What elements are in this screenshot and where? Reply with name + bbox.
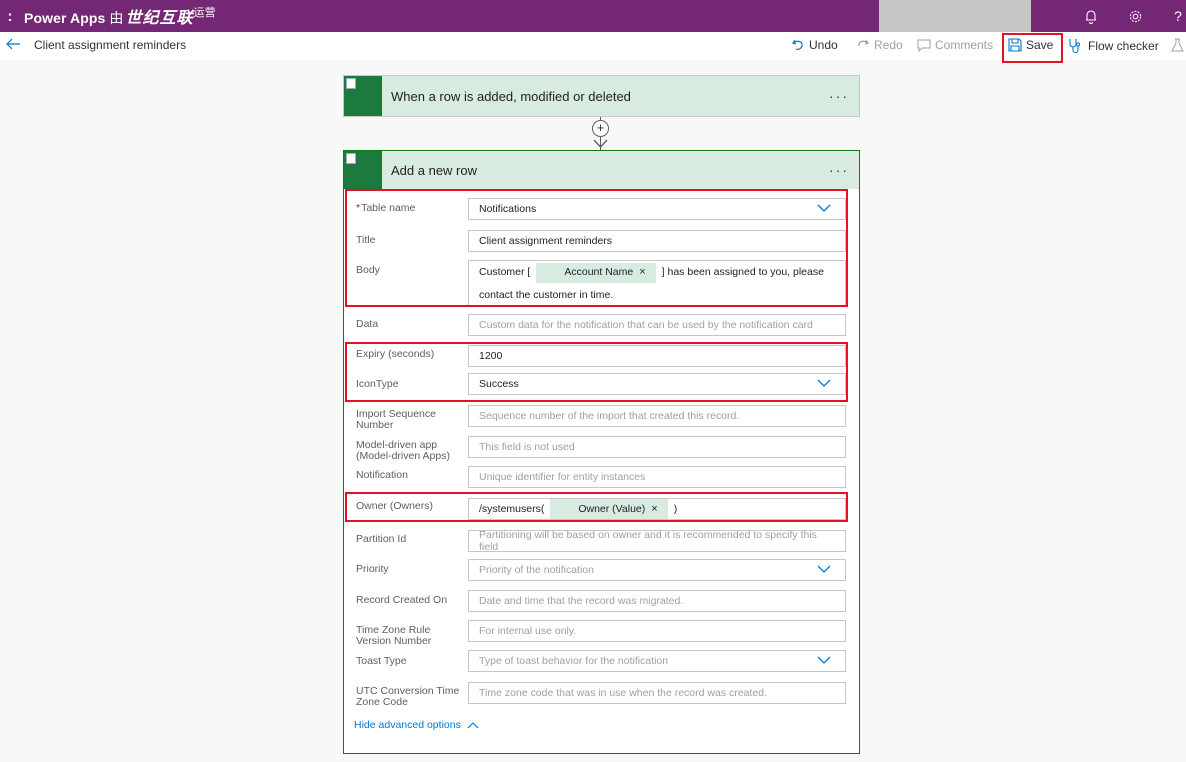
test-flask-icon[interactable] <box>1171 38 1184 52</box>
field-label: Model-driven app (Model-driven Apps) <box>356 439 450 462</box>
toast-type-select[interactable]: Type of toast behavior for the notificat… <box>468 650 846 672</box>
undo-icon <box>792 39 803 50</box>
field-label: Toast Type <box>356 655 407 667</box>
comments-button[interactable]: Comments <box>917 38 993 52</box>
flow-checker-label: Flow checker <box>1088 38 1159 53</box>
highlight-box <box>345 189 848 307</box>
flow-checker-button[interactable]: Flow checker <box>1068 38 1159 53</box>
notification-input[interactable]: Unique identifier for entity instances <box>468 466 846 488</box>
field-label: Import Sequence Number <box>356 408 436 431</box>
brand-by: 由 <box>109 10 124 26</box>
trigger-card-header[interactable]: When a row is added, modified or deleted… <box>344 76 859 116</box>
trigger-more-menu[interactable]: ··· <box>829 88 849 104</box>
field-label: Partition Id <box>356 533 407 545</box>
field-label: Priority <box>356 563 389 575</box>
highlight-box <box>345 492 848 522</box>
app-launcher-icon[interactable]: : <box>2 8 18 25</box>
hide-advanced-options-link[interactable]: Hide advanced options <box>354 719 479 731</box>
brand-operated: 运营 <box>193 7 216 19</box>
action-card-header[interactable]: Add a new row ··· <box>344 151 859 189</box>
field-label: Time Zone Rule Version Number <box>356 624 432 647</box>
dataverse-connector-icon <box>344 151 382 189</box>
comments-label: Comments <box>935 38 994 52</box>
brand-name: Power Apps <box>24 10 106 26</box>
redo-button[interactable]: Redo <box>856 38 903 52</box>
utc-conversion-input[interactable]: Time zone code that was in use when the … <box>468 682 846 704</box>
save-highlight <box>1002 33 1063 63</box>
redo-label: Redo <box>874 38 903 52</box>
field-label: Notification <box>356 469 408 481</box>
back-arrow-icon[interactable] <box>5 37 21 56</box>
priority-select[interactable]: Priority of the notification <box>468 559 846 581</box>
highlight-box <box>345 342 848 402</box>
data-input[interactable]: Custom data for the notification that ca… <box>468 314 846 336</box>
chevron-down-icon <box>817 656 831 664</box>
environment-picker[interactable] <box>879 0 1031 32</box>
trigger-title: When a row is added, modified or deleted <box>391 88 631 104</box>
time-zone-rule-input[interactable]: For internal use only. <box>468 620 846 642</box>
undo-button[interactable]: Undo <box>791 38 838 52</box>
partition-id-input[interactable]: Partitioning will be based on owner and … <box>468 529 846 553</box>
notification-bell-icon[interactable] <box>1079 0 1103 32</box>
chevron-down-icon <box>817 565 831 573</box>
brand: Power Apps 由世纪互联运营 <box>24 4 216 28</box>
flow-title: Client assignment reminders <box>34 38 187 52</box>
undo-label: Undo <box>809 38 838 52</box>
comment-icon <box>917 39 931 52</box>
action-more-menu[interactable]: ··· <box>829 162 849 178</box>
model-driven-app-input[interactable]: This field is not used <box>468 436 846 458</box>
chevron-up-icon <box>467 722 479 729</box>
action-title: Add a new row <box>391 162 477 178</box>
import-sequence-input[interactable]: Sequence number of the import that creat… <box>468 405 846 427</box>
trigger-card[interactable]: When a row is added, modified or deleted… <box>343 75 860 117</box>
settings-gear-icon[interactable] <box>1123 0 1147 32</box>
field-label: UTC Conversion Time Zone Code <box>356 685 460 708</box>
field-label: Data <box>356 318 379 330</box>
arrow-down-icon <box>593 139 608 148</box>
help-icon[interactable]: ? <box>1166 0 1186 32</box>
insert-step-button[interactable]: + <box>592 120 609 137</box>
brand-logo: 世纪互联 <box>125 10 194 27</box>
redo-icon <box>858 39 869 47</box>
dataverse-connector-icon <box>344 76 382 116</box>
record-created-on-input[interactable]: Date and time that the record was migrat… <box>468 590 846 612</box>
stethoscope-icon <box>1069 39 1081 53</box>
field-label: Record Created On <box>356 594 448 606</box>
